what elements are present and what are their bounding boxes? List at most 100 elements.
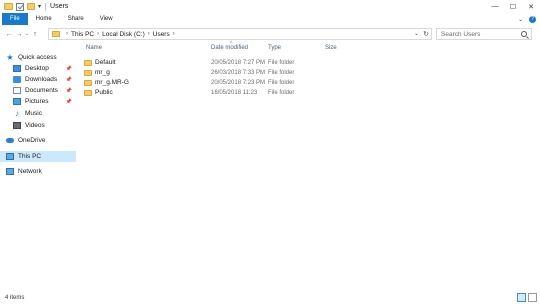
nav-item-music[interactable]: ♪ Music — [0, 108, 76, 119]
folder-icon — [84, 59, 92, 66]
nav-item-label: Network — [18, 168, 42, 175]
table-row[interactable]: mr_g.MR-G 20/05/2018 7:23 PM File folder — [84, 78, 384, 87]
breadcrumb-separator-icon[interactable]: › — [173, 31, 175, 37]
nav-item-label: Quick access — [18, 54, 57, 61]
window-controls: — ☐ ✕ — [486, 0, 540, 13]
nav-item-downloads[interactable]: Downloads 📌 — [0, 74, 76, 85]
pin-icon: 📌 — [65, 98, 72, 105]
search-box[interactable] — [436, 28, 532, 40]
column-header-size[interactable]: Size — [325, 45, 337, 51]
column-header-type[interactable]: Type — [268, 45, 281, 51]
folder-icon — [84, 69, 92, 76]
file-name: mr_g — [95, 69, 110, 76]
nav-item-label: OneDrive — [18, 137, 46, 144]
maximize-button[interactable]: ☐ — [504, 0, 522, 13]
file-name: Default — [95, 59, 116, 66]
minimize-button[interactable]: — — [486, 0, 504, 13]
column-header-date-modified[interactable]: Date modified — [211, 45, 248, 51]
breadcrumb-separator-icon[interactable]: › — [148, 31, 150, 37]
ribbon-right-controls: ⌄ ? — [518, 13, 536, 25]
network-icon — [6, 168, 14, 175]
file-name: Public — [95, 89, 113, 96]
file-date: 20/05/2018 7:23 PM — [211, 79, 266, 86]
address-bar[interactable]: › This PC › Local Disk (C:) › Users › ⌄ … — [48, 28, 432, 40]
nav-item-pictures[interactable]: Pictures 📌 — [0, 96, 76, 107]
tab-share[interactable]: Share — [60, 13, 92, 25]
nav-item-label: Downloads — [25, 76, 58, 83]
nav-item-onedrive[interactable]: OneDrive — [0, 135, 76, 146]
file-date: 26/03/2018 7:33 PM — [211, 69, 266, 76]
star-icon: ★ — [6, 53, 14, 62]
address-row: ← → ⌄ ↑ › This PC › Local Disk (C:) › Us… — [0, 27, 540, 41]
search-icon[interactable] — [521, 31, 527, 37]
downloads-icon — [13, 76, 21, 83]
table-row[interactable]: mr_g 26/03/2018 7:33 PM File folder — [84, 68, 384, 77]
title-bar: ▾ Users — ☐ ✕ — [0, 0, 540, 13]
nav-item-documents[interactable]: Documents 📌 — [0, 85, 76, 96]
file-name: mr_g.MR-G — [95, 79, 129, 86]
music-icon: ♪ — [15, 109, 19, 118]
item-count: 4 items — [5, 294, 25, 301]
pictures-icon — [13, 98, 21, 105]
file-date: 20/05/2018 7:27 PM — [211, 59, 266, 66]
breadcrumb-local-disk[interactable]: Local Disk (C:) — [102, 31, 145, 38]
nav-item-label: Music — [25, 110, 42, 117]
folder-icon — [52, 31, 60, 37]
nav-item-desktop[interactable]: Desktop 📌 — [0, 63, 76, 74]
documents-icon — [13, 87, 21, 94]
title-separator — [45, 2, 47, 11]
file-type: File folder — [268, 69, 295, 76]
nav-item-label: Documents — [25, 87, 58, 94]
column-header-name[interactable]: Name — [86, 45, 102, 51]
nav-item-label: This PC — [18, 153, 42, 160]
customize-toolbar-chevron-icon[interactable]: ▾ — [38, 3, 41, 10]
folder-icon — [84, 79, 92, 86]
table-row[interactable]: Default 20/05/2018 7:27 PM File folder — [84, 58, 384, 67]
expand-ribbon-chevron-icon[interactable]: ⌄ — [518, 16, 523, 23]
refresh-icon[interactable]: ↻ — [423, 30, 429, 38]
this-pc-icon — [6, 153, 14, 160]
breadcrumb-users[interactable]: Users — [153, 31, 170, 38]
folder-icon — [4, 3, 13, 10]
status-bar: 4 items — [0, 291, 540, 304]
videos-icon — [13, 122, 21, 129]
ribbon-tabs: File Home Share View ⌄ ? — [0, 13, 540, 25]
table-row[interactable]: Public 16/05/2018 11:23 File folder — [84, 88, 384, 97]
view-buttons — [517, 293, 537, 302]
address-history-chevron-icon[interactable]: ⌄ — [414, 30, 419, 37]
quick-access-toolbar: ▾ — [4, 2, 41, 11]
desktop-icon — [13, 65, 21, 72]
up-arrow-icon[interactable]: ↑ — [30, 31, 40, 38]
breadcrumb-this-pc[interactable]: This PC — [71, 31, 94, 38]
close-button[interactable]: ✕ — [522, 0, 540, 13]
tab-home[interactable]: Home — [28, 13, 60, 25]
help-icon[interactable]: ? — [529, 15, 536, 23]
back-arrow-icon[interactable]: ← — [4, 31, 14, 38]
nav-item-label: Desktop — [25, 65, 49, 72]
nav-item-quick-access[interactable]: ★ Quick access — [0, 52, 76, 63]
tab-view[interactable]: View — [92, 13, 121, 25]
new-folder-icon[interactable] — [27, 3, 35, 10]
window-title: Users — [50, 3, 69, 10]
properties-icon[interactable] — [16, 2, 24, 11]
file-type: File folder — [268, 89, 295, 96]
pin-icon: 📌 — [65, 76, 72, 83]
file-type: File folder — [268, 79, 295, 86]
nav-item-label: Videos — [25, 122, 45, 129]
navigation-pane: ★ Quick access Desktop 📌 Downloads 📌 Doc… — [0, 44, 78, 288]
nav-item-videos[interactable]: Videos — [0, 120, 76, 131]
nav-item-network[interactable]: Network — [0, 166, 76, 177]
search-input[interactable] — [441, 30, 519, 38]
nav-item-this-pc[interactable]: This PC — [0, 151, 76, 162]
large-icons-view-icon[interactable] — [528, 293, 537, 302]
breadcrumb-separator-icon[interactable]: › — [66, 31, 68, 37]
breadcrumb-separator-icon[interactable]: › — [97, 31, 99, 37]
pin-icon: 📌 — [65, 87, 72, 94]
tab-file[interactable]: File — [2, 13, 28, 25]
onedrive-icon — [6, 138, 14, 143]
folder-icon — [84, 89, 92, 96]
forward-arrow-icon[interactable]: → — [14, 31, 24, 38]
details-view-icon[interactable] — [517, 293, 526, 302]
pin-icon: 📌 — [65, 65, 72, 72]
nav-item-label: Pictures — [25, 98, 49, 105]
